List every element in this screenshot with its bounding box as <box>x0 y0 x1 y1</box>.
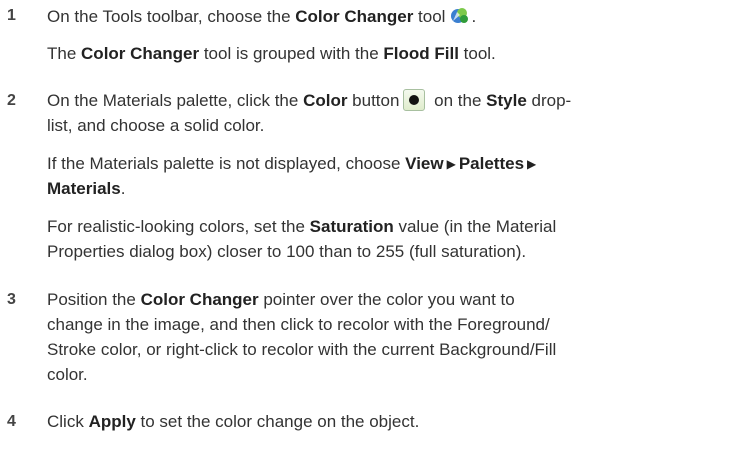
text: For realistic-looking colors, set the <box>47 217 310 236</box>
menu-view: View <box>405 154 444 173</box>
text: On the Tools toolbar, choose the <box>47 7 296 26</box>
text: color. <box>47 365 88 384</box>
step-text: On the Materials palette, click the Colo… <box>47 89 571 113</box>
menu-materials: Materials <box>47 179 121 198</box>
tool-name: Color Changer <box>81 44 200 63</box>
note-text: If the Materials palette is not displaye… <box>47 152 539 176</box>
step-text: Click Apply to set the color change on t… <box>47 410 419 434</box>
step-number: 2 <box>7 92 16 109</box>
button-name: Color <box>303 91 348 110</box>
text: Properties dialog box) closer to 100 tha… <box>47 242 527 261</box>
step-text: Position the Color Changer pointer over … <box>47 288 515 312</box>
text: change in the image, and then click to r… <box>47 315 550 334</box>
text: list, and choose a solid color. <box>47 116 265 135</box>
text: value (in the Material <box>393 217 557 236</box>
text: pointer over the color you want to <box>258 290 515 309</box>
text: tool is grouped with the <box>199 44 384 63</box>
button-name: Apply <box>88 412 136 431</box>
tool-name: Color Changer <box>295 7 414 26</box>
text: The <box>47 44 82 63</box>
menu-arrow-icon: ▶ <box>446 157 456 171</box>
text: to set the color change on the object. <box>135 412 420 431</box>
note-text: Materials. <box>47 177 125 201</box>
step-number: 1 <box>7 7 16 24</box>
text: tool. <box>458 44 496 63</box>
text: Position the <box>47 290 141 309</box>
menu-palettes: Palettes <box>458 154 525 173</box>
tool-name: Color Changer <box>140 290 259 309</box>
menu-arrow-icon: ▶ <box>527 157 537 171</box>
text: tool <box>413 7 446 26</box>
color-changer-icon <box>449 4 471 26</box>
text: button <box>347 91 400 110</box>
text: Stroke color, or right-click to recolor … <box>47 340 557 359</box>
text: Click <box>47 412 89 431</box>
droplist-name: Style <box>486 91 527 110</box>
instructions-page: 1 On the Tools toolbar, choose the Color… <box>0 0 746 469</box>
setting-name: Saturation <box>309 217 394 236</box>
text: On the Materials palette, click the <box>47 91 304 110</box>
note-text: The Color Changer tool is grouped with t… <box>47 42 496 66</box>
text: drop- <box>526 91 572 110</box>
text: on the <box>429 91 487 110</box>
text: . <box>120 179 126 198</box>
note-text: For realistic-looking colors, set the Sa… <box>47 215 556 239</box>
text: If the Materials palette is not displaye… <box>47 154 406 173</box>
color-button-icon <box>403 89 426 111</box>
tool-name: Flood Fill <box>383 44 459 63</box>
step-number: 3 <box>7 291 16 308</box>
step-number: 4 <box>7 413 16 430</box>
step-text: On the Tools toolbar, choose the Color C… <box>47 4 476 29</box>
